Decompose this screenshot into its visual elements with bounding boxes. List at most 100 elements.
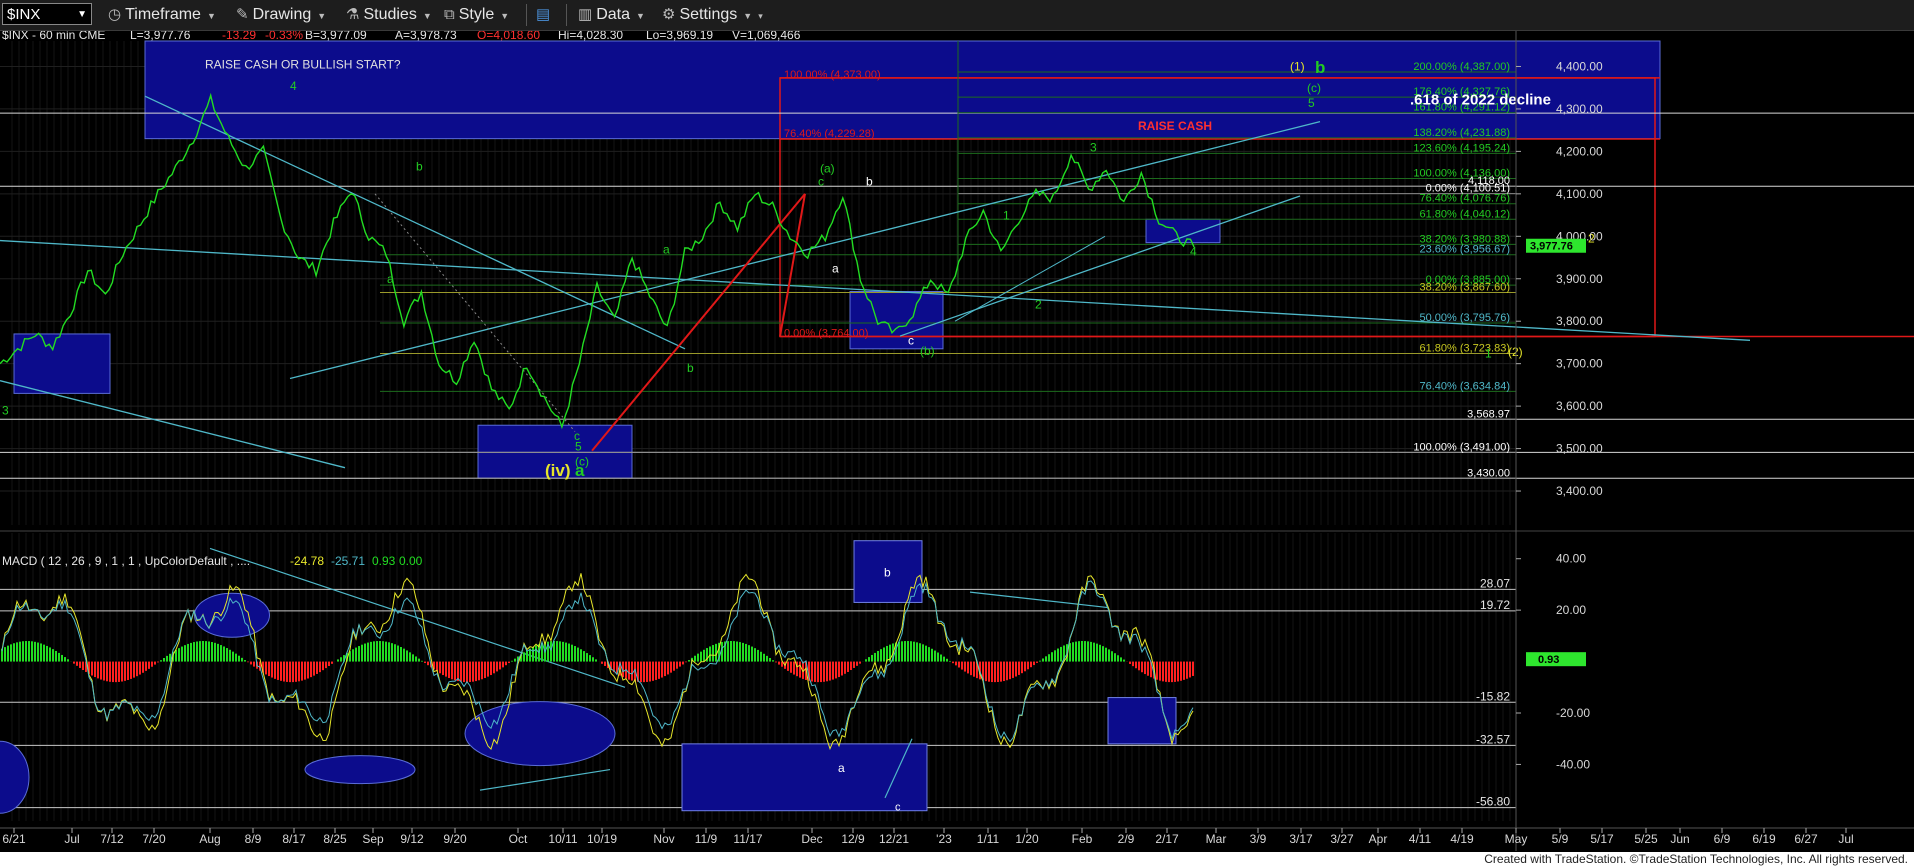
fib-level-label: 100.00% (3,491.00) <box>1413 441 1510 453</box>
chevron-down-icon: ▼ <box>500 11 510 21</box>
fib-level-label: 138.20% (4,231.88) <box>1413 127 1510 139</box>
pencil-icon: ✎ <box>236 6 249 23</box>
chevron-down-icon: ▾ <box>758 11 763 21</box>
wave-label: a <box>575 461 585 480</box>
fib-level-label: 23.60% (3,956.67) <box>1419 244 1510 256</box>
fib-level-label: 3,568.97 <box>1467 408 1510 420</box>
wave-label: 1 <box>1485 346 1492 360</box>
red-fib-label: 100.00% (4,373.00) <box>784 69 881 81</box>
data-label: Data <box>596 6 630 23</box>
layout-button[interactable]: ▤ <box>536 0 554 30</box>
timeframe-label: Timeframe <box>125 6 201 23</box>
wave-label: b <box>1315 58 1325 77</box>
chevron-down-icon: ▼ <box>317 11 327 21</box>
chevron-down-icon: ▼ <box>743 11 753 21</box>
symbol-selector[interactable]: $INX ▼ <box>2 3 92 25</box>
fib-level-label: 76.40% (4,076.76) <box>1419 193 1510 205</box>
quote-bid: B=3,977.09 <box>305 31 367 42</box>
wave-label: 5 <box>1308 96 1315 110</box>
wave-label: (1) <box>1290 60 1305 74</box>
time-axis-label: Oct <box>509 832 528 846</box>
time-axis-label: 2/17 <box>1155 832 1179 846</box>
style-menu[interactable]: ⧉ Style ▼ <box>444 0 509 30</box>
macd-axis-label: -40.00 <box>1556 757 1590 771</box>
data-menu[interactable]: ▥ Data ▼ <box>578 0 645 30</box>
wave-label: (b) <box>920 344 935 358</box>
time-axis-label: 8/9 <box>245 832 262 846</box>
wave-label: a <box>832 261 839 275</box>
separator <box>566 4 567 26</box>
time-axis-label: 8/25 <box>323 832 347 846</box>
separator <box>526 4 527 26</box>
wave-label: 1 <box>1003 208 1010 222</box>
drawing-label: Drawing <box>252 6 312 23</box>
macd-ellipse <box>464 701 616 767</box>
price-axis-label: 3,900.00 <box>1556 272 1603 286</box>
annotation-raise-cash-or-bullish: RAISE CASH OR BULLISH START? <box>205 58 401 72</box>
annotation-618-decline: .618 of 2022 decline <box>1410 92 1551 109</box>
wave-label: c <box>818 174 824 188</box>
style-label: Style <box>458 6 495 23</box>
chevron-down-icon: ▼ <box>206 11 216 21</box>
macd-value-4: 0.00 <box>399 554 423 568</box>
drawing-menu[interactable]: ✎ Drawing ▼ <box>236 0 326 30</box>
time-axis-label: Feb <box>1072 832 1093 846</box>
footer: Created with TradeStation. ©TradeStation… <box>0 852 1914 866</box>
highlight-box <box>1145 218 1221 244</box>
time-axis-label: 2/9 <box>1118 832 1135 846</box>
time-axis-label: 1/11 <box>977 832 1000 846</box>
price-axis-label: 3,500.00 <box>1556 442 1603 456</box>
red-fib-label: 76.40% (4,229.28) <box>784 128 875 140</box>
studies-menu[interactable]: ⚗ Studies ▼ <box>346 0 432 30</box>
fib-level-label: 38.20% (3,867.60) <box>1419 282 1510 294</box>
macd-level-label: 19.72 <box>1480 598 1510 612</box>
time-axis-label: 4/19 <box>1450 832 1474 846</box>
time-axis-label: '23 <box>936 832 952 846</box>
time-axis-label: 11/17 <box>733 832 762 846</box>
time-axis-label: 12/9 <box>841 832 865 846</box>
quote-pct: -0.33% <box>265 31 303 42</box>
time-axis-label: 7/12 <box>100 832 124 846</box>
settings-menu[interactable]: ⚙ Settings ▼ ▾ <box>662 0 763 30</box>
time-axis-label: Dec <box>801 832 822 846</box>
time-axis-label: 6/19 <box>1752 832 1776 846</box>
symbol-text: $INX <box>7 6 41 23</box>
annotation-raise-cash: RAISE CASH <box>1138 119 1212 133</box>
quote-low: Lo=3,969.19 <box>646 31 713 42</box>
time-axis-label: 5/9 <box>1552 832 1569 846</box>
time-axis-label: 8/17 <box>282 832 306 846</box>
time-axis-label: 7/20 <box>142 832 166 846</box>
time-axis-label: Sep <box>362 832 384 846</box>
time-axis-label: 3/17 <box>1289 832 1313 846</box>
bar-chart-icon: ▥ <box>578 6 593 23</box>
price-axis-label: 4,300.00 <box>1556 102 1603 116</box>
wave-label: b <box>416 159 423 173</box>
macd-axis-label: 20.00 <box>1556 603 1586 617</box>
quote-ask: A=3,978.73 <box>395 31 457 42</box>
price-chart[interactable]: 100.00% (4,373.00) 76.40% (4,229.28) 0.00%… <box>0 31 1914 851</box>
time-axis-label: Jun <box>1670 832 1689 846</box>
quote-change: -13.29 <box>222 31 256 42</box>
time-axis-label: Mar <box>1206 832 1227 846</box>
time-axis-label: 10/19 <box>587 832 617 846</box>
wave-label: c <box>908 334 914 348</box>
fib-level-label: 61.80% (4,040.12) <box>1419 208 1510 220</box>
macd-axis-label: -20.00 <box>1556 706 1590 720</box>
wave-label: 5 <box>575 440 582 454</box>
time-axis-label: 11/9 <box>695 832 718 846</box>
price-axis-label: 3,600.00 <box>1556 399 1603 413</box>
price-axis-label: 4,100.00 <box>1556 187 1603 201</box>
time-axis-label: 3/27 <box>1330 832 1354 846</box>
highlight-box <box>849 290 944 350</box>
chevron-down-icon: ▼ <box>422 11 432 21</box>
macd-box-label: c <box>895 802 901 814</box>
time-axis-label: 9/20 <box>443 832 467 846</box>
timeframe-menu[interactable]: ◷ Timeframe ▼ <box>108 0 216 30</box>
macd-title: MACD ( 12 , 26 , 9 , 1 , 1 , UpColorDefa… <box>2 554 250 568</box>
macd-level-label: -32.57 <box>1476 732 1510 746</box>
price-axis-label: 4,200.00 <box>1556 144 1603 158</box>
wave-label: 3 <box>1090 140 1097 154</box>
quote-open: O=4,018.60 <box>477 31 540 42</box>
last-price-text: 3,977.76 <box>1530 241 1573 253</box>
time-axis-label: Jul <box>64 832 79 846</box>
